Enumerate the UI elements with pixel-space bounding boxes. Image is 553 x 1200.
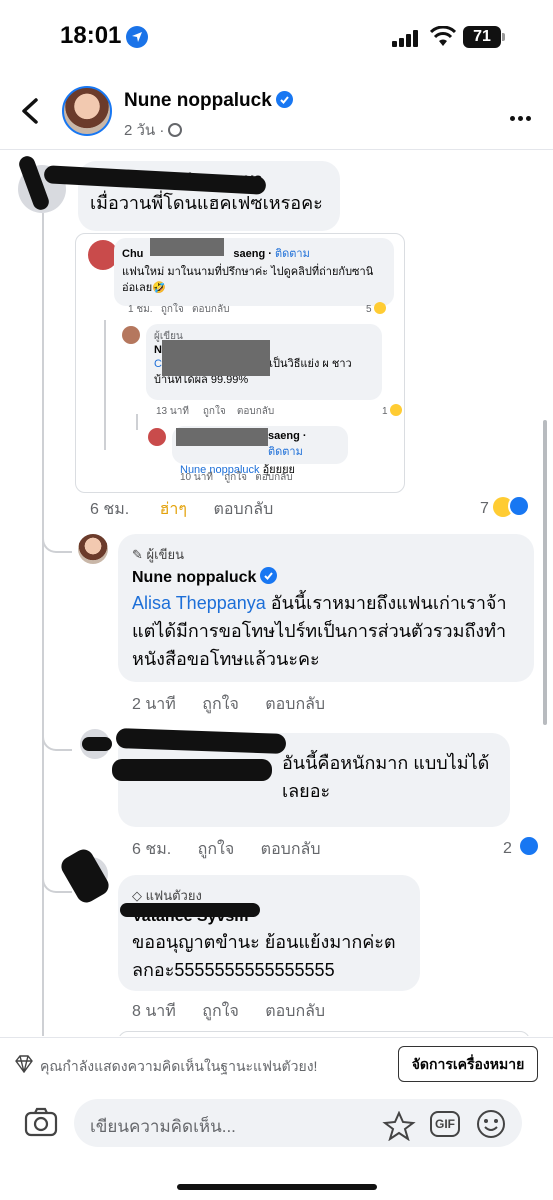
author-avatar[interactable] bbox=[62, 86, 112, 136]
manage-badge-button[interactable]: จัดการเครื่องหมาย bbox=[398, 1046, 538, 1082]
gif-icon[interactable]: GIF bbox=[430, 1111, 460, 1137]
reaction-summary[interactable]: 2 bbox=[503, 835, 541, 858]
diamond-icon bbox=[15, 1055, 33, 1073]
mention-link[interactable]: Alisa Theppanya bbox=[132, 593, 266, 613]
comment-bubble: ✎ ผู้เขียน Nune noppaluck Alisa Theppany… bbox=[118, 534, 534, 682]
comment-bubble: ◇ แฟนตัวยง Vatanee Syvsm ขออนุญาตขำนะ ย้… bbox=[118, 875, 420, 991]
comment-actions: 8 นาที ถูกใจ ตอบกลับ bbox=[132, 999, 347, 1024]
redaction-scribble bbox=[120, 903, 260, 917]
reaction-count: 7 bbox=[480, 500, 489, 517]
embed-follow-link: ติดตาม bbox=[274, 248, 310, 260]
comment-time: 2 นาที bbox=[132, 696, 176, 713]
author-name[interactable]: Nune noppaluck bbox=[124, 90, 293, 112]
reply-button[interactable]: ตอบกลับ bbox=[213, 501, 273, 518]
embed-author-tail: saeng · bbox=[233, 248, 275, 260]
more-options-icon[interactable] bbox=[510, 108, 534, 126]
comment-text: เมื่อวานพี่โดนแฮคเฟซเหรอคะ bbox=[90, 193, 323, 213]
like-button[interactable]: ถูกใจ bbox=[202, 696, 239, 713]
comment-actions: 2 นาที ถูกใจ ตอบกลับ bbox=[132, 692, 347, 717]
comment-author[interactable]: Nune noppaluck bbox=[132, 567, 520, 587]
scrollbar[interactable] bbox=[543, 420, 547, 725]
comment-composer: เขียนความคิดเห็น... GIF bbox=[0, 1091, 553, 1200]
post-meta: 2 วัน · bbox=[124, 118, 183, 142]
redaction-scribble bbox=[112, 759, 272, 781]
emoji-icon[interactable] bbox=[476, 1109, 506, 1139]
reply-button[interactable]: ตอบกลับ bbox=[265, 696, 325, 713]
status-bar: 18:01 71 bbox=[0, 0, 553, 76]
like-reaction-icon bbox=[518, 835, 541, 857]
like-button[interactable]: ถูกใจ bbox=[202, 1003, 239, 1020]
redaction-box bbox=[150, 238, 224, 256]
embed-reaction-count: 1 bbox=[382, 404, 403, 417]
author-reply-avatar[interactable] bbox=[78, 534, 108, 564]
comment-input[interactable]: เขียนความคิดเห็น... GIF bbox=[74, 1099, 522, 1147]
like-reaction-icon bbox=[508, 495, 531, 517]
comment-actions: 6 ชม. ถูกใจ ตอบกลับ bbox=[132, 837, 342, 862]
comment-time: 8 นาที bbox=[132, 1003, 176, 1020]
redaction-box bbox=[162, 340, 270, 376]
comment-text: Alisa Theppanya อันนี้เราหมายถึงแฟนเก่าเ… bbox=[132, 593, 507, 669]
comment-feed: Theppanya เมื่อวานพี่โดนแฮคเฟซเหรอคะ Chu… bbox=[0, 151, 553, 1036]
globe-icon bbox=[168, 123, 183, 137]
fan-status-bar: คุณกำลังแสดงความคิดเห็นในฐานะแฟนตัวยง! จ… bbox=[0, 1037, 553, 1091]
status-time: 18:01 bbox=[60, 22, 122, 49]
comment-actions: 6 ชม. ฮ่าๆ ตอบกลับ bbox=[90, 497, 295, 522]
reply-button[interactable]: ตอบกลับ bbox=[261, 841, 321, 858]
reaction-count: 2 bbox=[503, 840, 512, 857]
embed-text: แฟนใหม่ มาในนามที่ปรึกษาค่ะ ไปดูคลิปที่ถ… bbox=[122, 266, 374, 294]
post-header: Nune noppaluck 2 วัน · bbox=[0, 76, 553, 150]
reaction-summary[interactable]: 7 bbox=[480, 495, 531, 518]
comment-input-placeholder: เขียนความคิดเห็น... bbox=[90, 1117, 236, 1136]
post-time: 2 วัน · bbox=[124, 122, 165, 139]
verified-badge-icon bbox=[260, 567, 278, 584]
embed-mention: C bbox=[154, 358, 162, 370]
redaction-scribble bbox=[57, 845, 113, 907]
author-badge: ✎ ผู้เขียน bbox=[132, 547, 184, 562]
thread-line bbox=[42, 213, 44, 1036]
embed-author: saeng · bbox=[268, 430, 307, 442]
comment-image-attachment[interactable]: Chu saeng · ติดตาม แฟนใหม่ มาในนามที่ปรึก… bbox=[75, 233, 405, 493]
embed-avatar bbox=[148, 428, 166, 446]
embed-actions: 1 ชม. ถูกใจ ตอบกลับ bbox=[128, 304, 230, 315]
fan-message: คุณกำลังแสดงความคิดเห็นในฐานะแฟนตัวยง! bbox=[40, 1058, 318, 1074]
wifi-icon bbox=[430, 26, 456, 46]
back-arrow-icon[interactable] bbox=[18, 96, 42, 126]
embed-thread-line bbox=[104, 320, 106, 450]
sticker-icon[interactable] bbox=[382, 1111, 416, 1141]
embed-thread-line bbox=[136, 414, 138, 430]
embed-actions: 13 นาที ถูกใจ ตอบกลับ bbox=[156, 406, 275, 417]
thread-branch bbox=[42, 523, 72, 553]
battery-indicator: 71 bbox=[463, 26, 501, 48]
comment-time: 6 ชม. bbox=[132, 841, 172, 858]
next-comment-edge bbox=[118, 1031, 530, 1036]
redaction-box bbox=[176, 428, 268, 446]
camera-icon[interactable] bbox=[24, 1107, 58, 1137]
cellular-signal-icon bbox=[392, 29, 422, 47]
embed-avatar bbox=[122, 326, 140, 344]
reply-button[interactable]: ตอบกลับ bbox=[265, 1003, 325, 1020]
embed-author: N bbox=[154, 344, 162, 356]
comment-time: 6 ชม. bbox=[90, 501, 130, 518]
embed-author: Chu bbox=[122, 248, 144, 260]
battery-cap bbox=[502, 33, 505, 41]
embed-actions: 10 นาที ถูกใจ ตอบกลับ bbox=[180, 472, 293, 483]
location-arrow-icon bbox=[126, 26, 148, 48]
comment-text: ขออนุญาตขำนะ ย้อนแย้งมากค่ะตลกอะ55555555… bbox=[132, 932, 396, 980]
thread-branch bbox=[42, 721, 72, 751]
embed-follow-link: ติดตาม bbox=[268, 446, 303, 458]
verified-badge-icon bbox=[275, 91, 293, 108]
redaction-scribble bbox=[82, 737, 112, 751]
home-indicator bbox=[177, 1184, 377, 1190]
like-button[interactable]: ถูกใจ bbox=[198, 841, 235, 858]
author-name-text[interactable]: Nune noppaluck bbox=[124, 90, 272, 111]
reaction-label[interactable]: ฮ่าๆ bbox=[160, 501, 187, 518]
embed-reaction-count: 5 bbox=[366, 302, 387, 315]
